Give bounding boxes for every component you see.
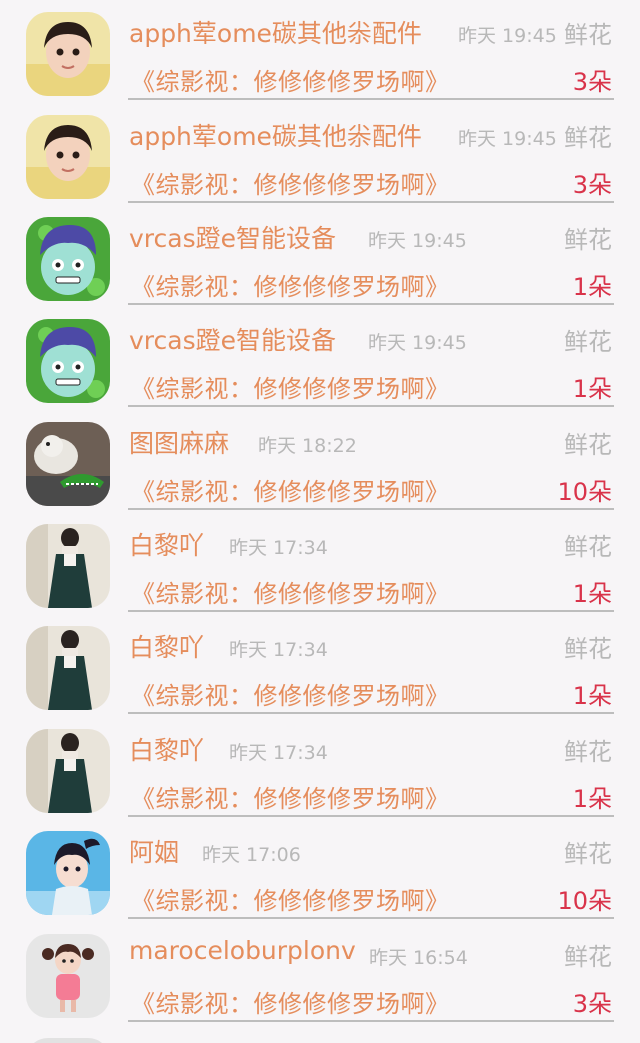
gift-type-label: 鲜花 bbox=[564, 738, 612, 766]
list-item[interactable]: vrcas蹬e智能设备 昨天 19:45 鲜花 《综影视：修修修修罗场啊》 1朵 bbox=[0, 205, 640, 307]
book-title[interactable]: 《综影视：修修修修罗场啊》 bbox=[131, 984, 450, 1019]
timestamp: 昨天 17:34 bbox=[229, 742, 328, 764]
row-divider bbox=[128, 508, 614, 510]
gift-count: 10朵 bbox=[557, 478, 612, 506]
gift-type-label: 鲜花 bbox=[564, 124, 612, 152]
gift-count: 3朵 bbox=[572, 990, 612, 1018]
gift-type-label: 鲜花 bbox=[564, 840, 612, 868]
sender-name[interactable]: 图图麻麻 bbox=[129, 424, 229, 460]
gift-count: 1朵 bbox=[572, 375, 612, 403]
sender-name[interactable]: vrcas蹬e智能设备 bbox=[129, 321, 336, 357]
book-title[interactable]: 《综影视：修修修修罗场啊》 bbox=[131, 62, 450, 97]
book-title[interactable]: 《综影视：修修修修罗场啊》 bbox=[131, 676, 450, 711]
gift-type-label: 鲜花 bbox=[564, 226, 612, 254]
timestamp: 昨天 19:45 bbox=[458, 25, 557, 47]
gift-count: 3朵 bbox=[572, 68, 612, 96]
gift-count: 3朵 bbox=[572, 171, 612, 199]
gift-record-list: apph荤ome碳其他尜配件 昨天 19:45 鲜花 《综影视：修修修修罗场啊》… bbox=[0, 0, 640, 1043]
gift-type-label: 鲜花 bbox=[564, 943, 612, 971]
book-title[interactable]: 《综影视：修修修修罗场啊》 bbox=[131, 472, 450, 507]
list-item[interactable]: 白黎吖 昨天 17:34 鲜花 《综影视：修修修修罗场啊》 1朵 bbox=[0, 512, 640, 614]
gift-type-label: 鲜花 bbox=[564, 635, 612, 663]
row-divider bbox=[128, 303, 614, 305]
book-title[interactable]: 《综影视：修修修修罗场啊》 bbox=[131, 165, 450, 200]
cartoon-zombie-avatar[interactable] bbox=[26, 319, 110, 403]
timestamp: 昨天 17:34 bbox=[229, 639, 328, 661]
list-item[interactable]: vrcas蹬e智能设备 昨天 19:45 鲜花 《综影视：修修修修罗场啊》 1朵 bbox=[0, 307, 640, 409]
list-item[interactable]: 白黎吖 昨天 17:34 鲜花 《综影视：修修修修罗场啊》 1朵 bbox=[0, 717, 640, 819]
sender-name[interactable]: 白黎吖 bbox=[129, 526, 204, 562]
row-divider bbox=[128, 405, 614, 407]
timestamp: 昨天 19:45 bbox=[458, 128, 557, 150]
girl-in-dress-avatar[interactable] bbox=[26, 729, 110, 813]
sender-name[interactable]: 白黎吖 bbox=[129, 731, 204, 767]
sender-name[interactable]: maroceloburplonv bbox=[129, 936, 356, 965]
book-title[interactable]: 《综影视：修修修修罗场啊》 bbox=[131, 369, 450, 404]
list-item[interactable]: apph荤ome碳其他尜配件 昨天 19:45 鲜花 《综影视：修修修修罗场啊》… bbox=[0, 0, 640, 102]
gift-count: 1朵 bbox=[572, 580, 612, 608]
timestamp: 昨天 17:06 bbox=[202, 844, 301, 866]
cartoon-zombie-avatar[interactable] bbox=[26, 217, 110, 301]
gift-count: 1朵 bbox=[572, 682, 612, 710]
sender-name[interactable]: apph荤ome碳其他尜配件 bbox=[129, 14, 422, 50]
sender-name[interactable]: 白黎吖 bbox=[129, 628, 204, 664]
sender-name[interactable]: vrcas蹬e智能设备 bbox=[129, 219, 336, 255]
gift-type-label: 鲜花 bbox=[564, 431, 612, 459]
book-title[interactable]: 《综影视：修修修修罗场啊》 bbox=[131, 779, 450, 814]
gift-type-label: 鲜花 bbox=[564, 328, 612, 356]
sender-name[interactable]: apph荤ome碳其他尜配件 bbox=[129, 117, 422, 153]
list-item[interactable]: maroceloburplonv 昨天 16:54 鲜花 《综影视：修修修修罗场… bbox=[0, 922, 640, 1024]
book-title[interactable]: 《综影视：修修修修罗场啊》 bbox=[131, 881, 450, 916]
row-divider bbox=[128, 815, 614, 817]
timestamp: 昨天 18:22 bbox=[258, 435, 357, 457]
row-divider bbox=[128, 917, 614, 919]
sender-name[interactable]: 阿姻 bbox=[129, 833, 179, 869]
row-divider bbox=[128, 1020, 614, 1022]
gift-type-label: 鲜花 bbox=[564, 21, 612, 49]
timestamp: 昨天 19:45 bbox=[368, 230, 467, 252]
gift-type-label: 鲜花 bbox=[564, 533, 612, 561]
dog-and-crocodile-toy-avatar[interactable] bbox=[26, 422, 110, 506]
list-item[interactable]: 白黎吖 昨天 17:34 鲜花 《综影视：修修修修罗场啊》 1朵 bbox=[0, 614, 640, 716]
timestamp: 昨天 17:34 bbox=[229, 537, 328, 559]
gift-count: 1朵 bbox=[572, 785, 612, 813]
gift-count: 1朵 bbox=[572, 273, 612, 301]
costume-girl-avatar[interactable] bbox=[26, 831, 110, 915]
gift-count: 10朵 bbox=[557, 887, 612, 915]
book-title[interactable]: 《综影视：修修修修罗场啊》 bbox=[131, 267, 450, 302]
book-title[interactable]: 《综影视：修修修修罗场啊》 bbox=[131, 574, 450, 609]
timestamp: 昨天 16:54 bbox=[369, 947, 468, 969]
row-divider bbox=[128, 712, 614, 714]
cartoon-girl-avatar[interactable] bbox=[26, 934, 110, 1018]
girl-in-dress-avatar[interactable] bbox=[26, 626, 110, 710]
girl-portrait-avatar[interactable] bbox=[26, 12, 110, 96]
timestamp: 昨天 19:45 bbox=[368, 332, 467, 354]
partial-avatar bbox=[26, 1038, 110, 1043]
list-item[interactable]: 阿姻 昨天 17:06 鲜花 《综影视：修修修修罗场啊》 10朵 bbox=[0, 819, 640, 921]
girl-portrait-avatar[interactable] bbox=[26, 115, 110, 199]
list-item[interactable]: apph荤ome碳其他尜配件 昨天 19:45 鲜花 《综影视：修修修修罗场啊》… bbox=[0, 103, 640, 205]
row-divider bbox=[128, 201, 614, 203]
row-divider bbox=[128, 98, 614, 100]
girl-in-dress-avatar[interactable] bbox=[26, 524, 110, 608]
list-item[interactable]: 图图麻麻 昨天 18:22 鲜花 《综影视：修修修修罗场啊》 10朵 bbox=[0, 410, 640, 512]
row-divider bbox=[128, 610, 614, 612]
